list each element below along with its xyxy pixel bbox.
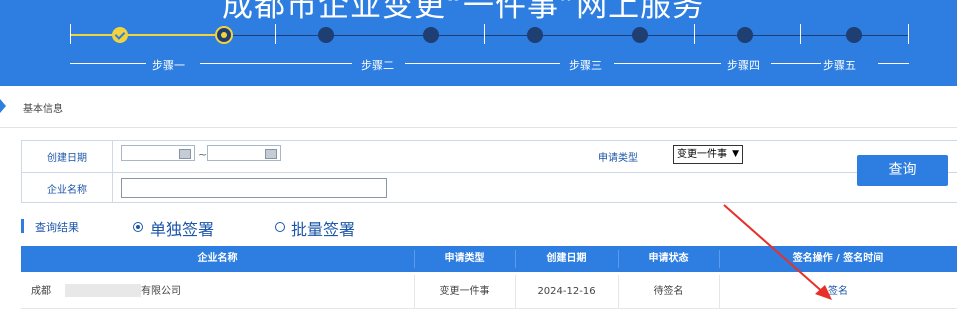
step-label-4: 步骤四 <box>727 59 760 72</box>
step-label-2: 步骤二 <box>361 59 394 72</box>
step-divider <box>405 63 560 64</box>
col-apply-status: 申请状态 <box>648 253 689 264</box>
form-border <box>112 140 113 203</box>
results-title: 查询结果 <box>35 221 79 234</box>
form-border <box>21 202 957 203</box>
col-apply-type: 申请类型 <box>444 253 485 264</box>
radio-single-icon[interactable] <box>133 222 143 232</box>
section-arrow-icon <box>0 99 6 113</box>
calendar-icon[interactable] <box>265 149 277 159</box>
company-name-label: 企业名称 <box>47 185 87 196</box>
step-pending-icon <box>423 27 439 43</box>
col-sign-action: 签名操作 / 签名时间 <box>792 253 884 264</box>
cell-status: 待签名 <box>653 286 684 297</box>
company-name-input[interactable] <box>121 178 387 198</box>
form-border <box>21 140 22 203</box>
step-pending-icon <box>846 27 862 43</box>
step-divider <box>614 63 721 64</box>
form-border <box>21 172 957 173</box>
header-banner: 成都市企业变更“一件事”网上服务 步骤一 步骤二 步骤三 步骤四 步骤五 <box>0 0 957 86</box>
step-label-3: 步骤三 <box>569 59 602 72</box>
table-row: 成都 有限公司 变更一件事 2024-12-16 待签名 签名 <box>21 275 957 309</box>
radio-batch-icon[interactable] <box>275 222 285 232</box>
date-to-input[interactable] <box>207 145 281 161</box>
step-pending-icon <box>318 27 334 43</box>
progress-tick <box>275 24 276 44</box>
apply-type-selected-value: 变更一件事 <box>677 149 727 160</box>
progress-tick <box>908 24 909 44</box>
step-divider <box>70 63 146 64</box>
cell-company-prefix: 成都 <box>31 286 51 297</box>
radio-batch-sign[interactable]: 批量签署 <box>291 216 355 240</box>
date-separator: ~ <box>198 148 208 161</box>
calendar-icon[interactable] <box>179 149 191 159</box>
radio-single-sign[interactable]: 单独签署 <box>150 216 214 240</box>
progress-line-done <box>70 34 223 36</box>
step-divider <box>771 63 821 64</box>
query-button[interactable]: 查询 <box>857 155 948 186</box>
chevron-down-icon: ▼ <box>732 149 739 159</box>
redacted-company-name <box>65 284 141 297</box>
date-from-input[interactable] <box>121 145 195 161</box>
results-table-header: 企业名称 申请类型 创建日期 申请状态 签名操作 / 签名时间 <box>21 246 957 272</box>
section-title: 基本信息 <box>23 104 63 115</box>
created-date-label: 创建日期 <box>47 153 87 164</box>
cell-apply-type: 变更一件事 <box>439 286 490 297</box>
step-pending-icon <box>632 27 648 43</box>
section-divider <box>0 127 957 128</box>
progress-tick <box>484 24 485 44</box>
apply-type-select[interactable]: 变更一件事 ▼ <box>673 145 743 164</box>
col-company-name: 企业名称 <box>197 253 238 264</box>
step-done-check-icon <box>112 27 128 43</box>
progress-tick <box>70 24 71 44</box>
cell-created-date: 2024-12-16 <box>537 286 596 297</box>
sign-link[interactable]: 签名 <box>719 275 957 308</box>
progress-tick <box>800 24 801 44</box>
results-accent-bar <box>21 219 24 233</box>
step-pending-icon <box>527 27 543 43</box>
step-divider <box>200 63 352 64</box>
banner-title: 成都市企业变更“一件事”网上服务 <box>222 0 705 24</box>
progress-tick <box>694 24 695 44</box>
step-label-5: 步骤五 <box>823 59 856 72</box>
cell-company-suffix: 有限公司 <box>141 286 181 297</box>
apply-type-label: 申请类型 <box>598 153 638 164</box>
step-label-1: 步骤一 <box>152 59 185 72</box>
col-created-date: 创建日期 <box>546 253 587 264</box>
step-current-icon <box>215 26 233 44</box>
form-border <box>21 140 957 141</box>
step-divider <box>878 63 909 64</box>
step-pending-icon <box>737 27 753 43</box>
